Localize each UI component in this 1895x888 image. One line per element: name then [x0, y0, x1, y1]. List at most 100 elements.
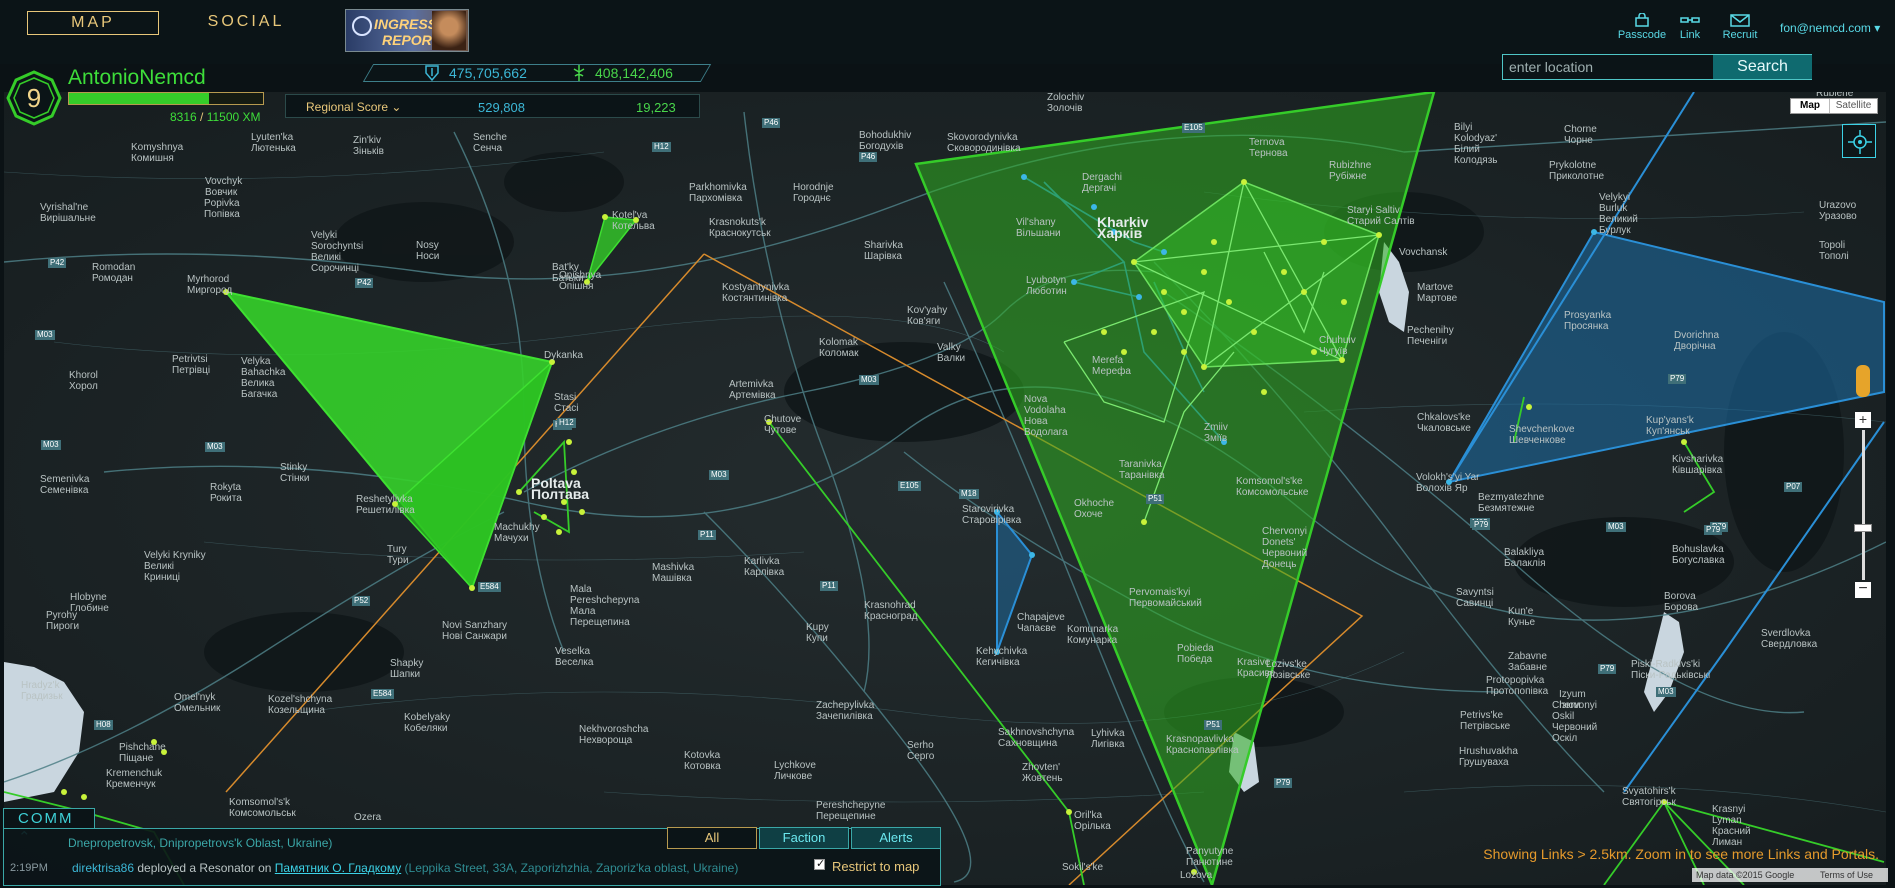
town-label: Valky Валки — [937, 342, 966, 364]
search-input[interactable] — [1503, 55, 1713, 79]
search-box: Search — [1502, 54, 1812, 80]
town-label: Komyshnya Комишня — [131, 142, 184, 164]
town-label: Komunarka Комунарка — [1067, 624, 1119, 646]
town-label: Chervonyi Donets' Червоний Донець — [1262, 526, 1308, 570]
global-score-blue: 475,705,662 — [449, 65, 527, 81]
town-label: Nova Vodolaha Нова Водолага — [1024, 394, 1068, 438]
comm-tab-alerts[interactable]: Alerts — [851, 827, 941, 849]
restrict-to-map-checkbox[interactable] — [814, 857, 825, 870]
comm-agent[interactable]: direktrisa86 — [72, 861, 134, 875]
town-label: Pishchane Піщане — [119, 742, 166, 764]
town-label: Shapky Шапки — [390, 658, 424, 680]
town-label: Dykanka — [544, 350, 583, 361]
town-label: Tury Тури — [387, 544, 409, 566]
road-label: P79 — [1274, 778, 1293, 788]
town-label: Artemivka Артемівка — [729, 379, 776, 401]
town-label: Hradyz'k Градизьк — [21, 680, 63, 702]
banner-title-1: INGRESS — [374, 16, 438, 32]
town-label: Machukhy Мачухи — [494, 522, 540, 544]
road-label: M03 — [859, 375, 879, 385]
user-email: fon@nemcd.com — [1780, 21, 1871, 35]
town-label: Serho Серго — [907, 740, 935, 762]
zoom-slider-handle[interactable] — [1854, 524, 1872, 532]
locate-button[interactable] — [1842, 124, 1876, 158]
town-label: Lozova — [1180, 870, 1213, 881]
tab-map[interactable]: MAP — [27, 11, 159, 35]
town-label: Rubizhne Рубіжне — [1329, 160, 1372, 182]
town-label: Chorne Чорне — [1564, 124, 1597, 146]
regional-score-blue: 529,808 — [478, 100, 525, 115]
road-label: P46 — [859, 152, 878, 162]
comm-tab-all[interactable]: All — [667, 827, 757, 849]
road-label: E584 — [478, 582, 501, 592]
road-label: E105 — [1182, 123, 1205, 133]
map-canvas[interactable]: Zolochiv Золочів Bohodukhiv Богодухів Skov… — [4, 92, 1886, 885]
crosshair-icon — [1848, 130, 1872, 154]
town-label: Kobelyaky Кобеляки — [404, 712, 451, 734]
comm-tab-faction[interactable]: Faction — [759, 827, 849, 849]
xp-max: 11500 XM — [206, 110, 261, 124]
road-label: P51 — [1146, 494, 1165, 504]
search-button[interactable]: Search — [1713, 55, 1812, 79]
town-label: Balakliya Балаклія — [1504, 547, 1546, 569]
road-label: E105 — [898, 481, 921, 491]
town-label: Horodnje Городнє — [793, 182, 834, 204]
xp-current: 8316 — [170, 110, 197, 124]
town-label: Hrushuvakha Грушуваха — [1459, 746, 1518, 768]
town-label: Vil'shany Вільшани — [1016, 217, 1061, 239]
map-type-satellite-button[interactable]: Satellite — [1829, 99, 1877, 113]
recruit-label: Recruit — [1722, 29, 1758, 41]
road-label: M03 — [709, 470, 729, 480]
road-label: H12 — [557, 418, 576, 428]
road-label: P79 — [1668, 374, 1687, 384]
town-label: Volokh's'yi Yar Волохів Яр — [1416, 472, 1480, 494]
map-type-map-button[interactable]: Map — [1791, 99, 1829, 113]
zoom-out-button[interactable]: − — [1855, 581, 1871, 598]
town-label: Vovchyk Вовчик — [205, 176, 243, 198]
road-label: P52 — [352, 596, 371, 606]
town-label: Pobieda Победа — [1177, 643, 1214, 665]
chevron-down-icon: ▾ — [1874, 21, 1881, 35]
town-label: Kozel'shchyna Козельщина — [268, 694, 333, 716]
recruit-button[interactable]: Recruit — [1716, 13, 1764, 41]
terms-of-use-link[interactable]: Terms of Use — [1820, 868, 1873, 882]
map-type-control: Map Satellite — [1790, 98, 1878, 114]
road-label: P11 — [698, 530, 716, 540]
user-menu[interactable]: fon@nemcd.com ▾ — [1780, 21, 1880, 35]
town-label: Petrivtsi Петрівці — [172, 354, 211, 376]
town-label: Svyatohirs'k Святогірськ — [1622, 786, 1676, 808]
link-icon — [1680, 17, 1700, 23]
town-label: Khorol Хорол — [69, 370, 98, 392]
town-label: Petrivs'ke Петрівське — [1460, 710, 1511, 732]
town-label: Nekhvoroshcha Нехворощa — [579, 724, 649, 746]
ingress-report-banner[interactable]: INGRESS REPORT — [345, 9, 469, 52]
comm-toggle[interactable]: COMM ⌃ — [3, 808, 95, 846]
passcode-button[interactable]: Passcode — [1612, 13, 1672, 41]
regional-score-toggle[interactable]: Regional Score ⌄ — [306, 100, 401, 114]
town-label: Urazovo Уразово — [1819, 200, 1857, 222]
zoom-slider-track[interactable] — [1862, 430, 1865, 580]
regional-score-panel: Regional Score ⌄ 529,808 19,223 — [285, 94, 700, 118]
town-label: Bilyi Kolodyaz' Білий Колодязь — [1454, 122, 1498, 166]
agent-level: 9 — [26, 83, 42, 113]
town-label: Borova Борова — [1664, 591, 1699, 613]
town-label: Topoli Тополі — [1819, 240, 1849, 262]
tab-social[interactable]: SOCIAL — [200, 11, 292, 35]
town-label: Staryi Saltiv Старий Салтів — [1347, 205, 1415, 227]
town-label: Sakhnovshchyna Сахновщина — [998, 727, 1075, 749]
town-label: Komsomol's'ke Комсомольське — [1236, 476, 1309, 498]
zoom-in-button[interactable]: + — [1855, 412, 1871, 428]
comm-portal-link[interactable]: Памятник О. Гладкому — [275, 861, 401, 875]
town-label: Kun'e Кунье — [1508, 606, 1536, 628]
xp-bar — [68, 92, 264, 105]
town-label: Kivsharivka Ківшарівка — [1672, 454, 1724, 476]
link-button[interactable]: Link — [1672, 13, 1708, 41]
town-label: Oril'ka Орілька — [1074, 810, 1111, 832]
pegman-icon[interactable] — [1856, 365, 1870, 397]
town-label: Krasnokuts'k Краснокутськ — [709, 217, 771, 239]
agent-name: AntonioNemcd — [68, 66, 206, 89]
town-label: Panyutyne Панютине — [1186, 846, 1234, 868]
xp-readout: 8316 / 11500 XM — [170, 110, 261, 124]
town-label: Veselka Веселка — [555, 646, 594, 668]
town-label: Ozera — [354, 812, 382, 823]
